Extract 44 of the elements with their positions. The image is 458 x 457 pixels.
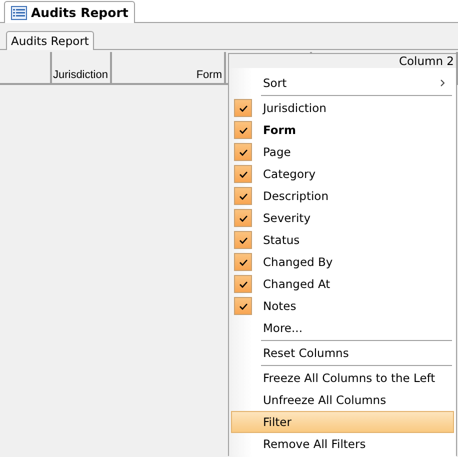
checkbox[interactable] bbox=[234, 297, 252, 315]
document-tab[interactable]: Audits Report bbox=[4, 1, 136, 23]
menu-item[interactable]: Jurisdiction bbox=[231, 97, 454, 119]
menu-item[interactable]: More... bbox=[231, 317, 454, 339]
menu-item[interactable]: Notes bbox=[231, 295, 454, 317]
menu-item[interactable]: Remove All Filters bbox=[231, 433, 454, 455]
checkbox[interactable] bbox=[234, 121, 252, 139]
menu-item[interactable]: Description bbox=[231, 185, 454, 207]
checkbox[interactable] bbox=[234, 253, 252, 271]
menu-item[interactable]: Category bbox=[231, 163, 454, 185]
menu-item[interactable]: Status bbox=[231, 229, 454, 251]
menu-item[interactable]: Reset Columns bbox=[231, 342, 454, 364]
check-icon bbox=[238, 192, 248, 200]
checkbox[interactable] bbox=[234, 209, 252, 227]
checkbox[interactable] bbox=[234, 165, 252, 183]
column-header[interactable]: Jurisdiction bbox=[52, 52, 112, 83]
menu-item[interactable]: Page bbox=[231, 141, 454, 163]
check-icon bbox=[238, 302, 248, 310]
check-icon bbox=[238, 258, 248, 266]
checkbox[interactable] bbox=[234, 99, 252, 117]
checkbox[interactable] bbox=[234, 143, 252, 161]
menu-item[interactable]: Sort bbox=[231, 72, 454, 94]
menu-item[interactable]: Unfreeze All Columns bbox=[231, 389, 454, 411]
check-icon bbox=[238, 170, 248, 178]
view-tab[interactable]: Audits Report bbox=[6, 31, 94, 50]
check-icon bbox=[238, 148, 248, 156]
check-icon bbox=[238, 104, 248, 112]
chevron-right-icon bbox=[440, 79, 445, 87]
checkbox[interactable] bbox=[234, 275, 252, 293]
checkbox[interactable] bbox=[234, 231, 252, 249]
menu-header: Column 2 bbox=[229, 54, 456, 68]
menu-item[interactable]: Changed At bbox=[231, 273, 454, 295]
check-icon bbox=[238, 236, 248, 244]
menu-item[interactable]: Freeze All Columns to the Left bbox=[231, 367, 454, 389]
checkbox[interactable] bbox=[234, 187, 252, 205]
check-icon bbox=[238, 214, 248, 222]
menu-item[interactable]: Form bbox=[231, 119, 454, 141]
check-icon bbox=[238, 126, 248, 134]
menu-item[interactable]: Severity bbox=[231, 207, 454, 229]
table-icon bbox=[11, 6, 27, 20]
menu-item[interactable]: Changed By bbox=[231, 251, 454, 273]
column-header[interactable]: Form bbox=[112, 52, 226, 83]
menu-item[interactable]: Filter bbox=[231, 411, 454, 433]
check-icon bbox=[238, 280, 248, 288]
